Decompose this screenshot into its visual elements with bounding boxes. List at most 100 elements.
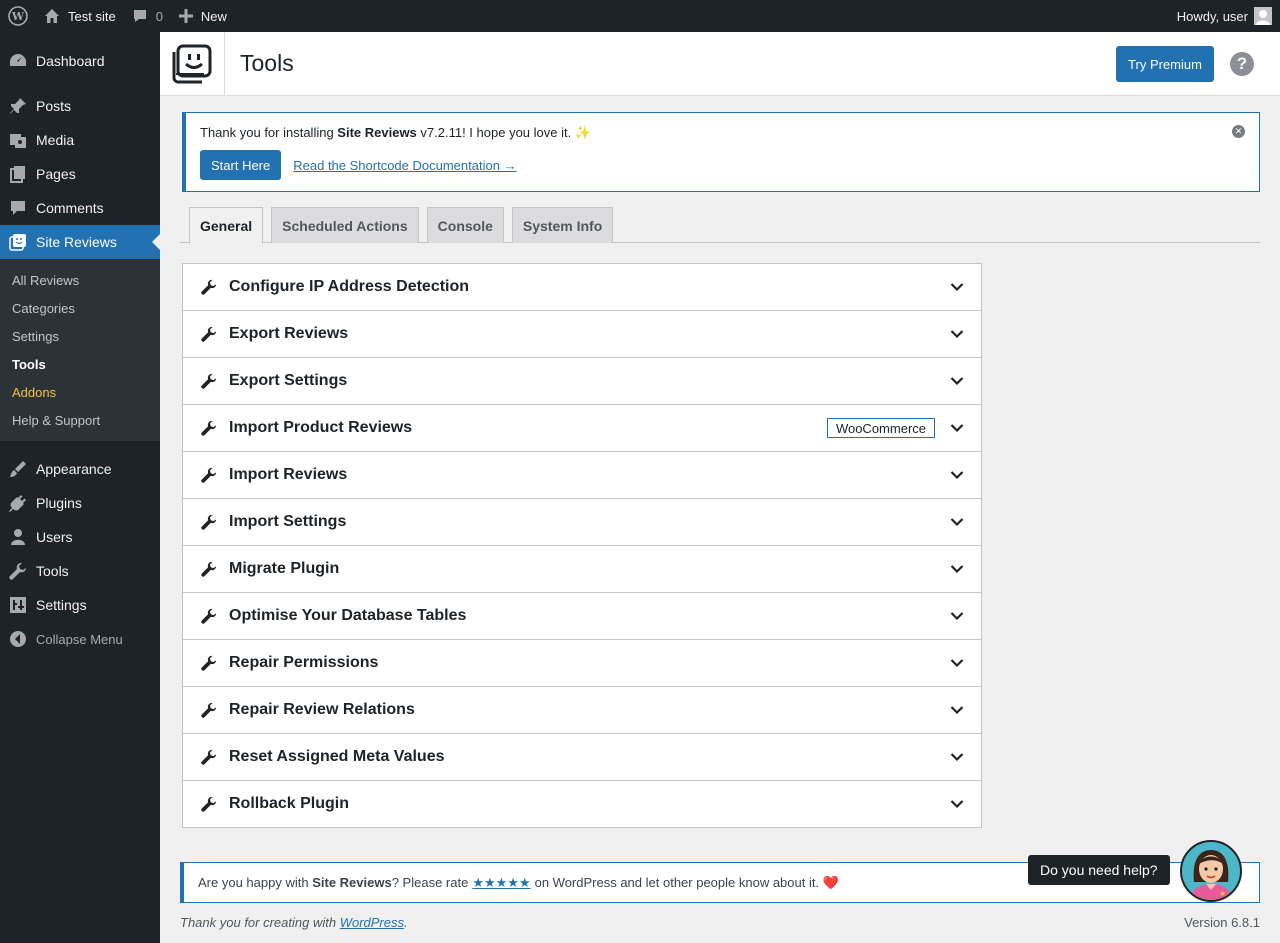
chevron-down-icon[interactable] — [949, 420, 965, 436]
tool-title: Export Reviews — [229, 325, 349, 342]
sidebar-item-tools[interactable]: Tools — [0, 554, 160, 588]
wrench-icon — [201, 655, 217, 671]
sidebar-item-comments[interactable]: Comments — [0, 191, 160, 225]
site-reviews-logo-icon — [172, 44, 212, 83]
chevron-down-icon[interactable] — [949, 514, 965, 530]
help-icon[interactable]: ? — [1230, 52, 1254, 76]
wrench-icon — [201, 561, 217, 577]
tab-scheduled-actions[interactable]: Scheduled Actions — [271, 207, 419, 243]
tool-row[interactable]: Import Reviews — [183, 451, 981, 498]
submenu-item-categories[interactable]: Categories — [0, 294, 160, 322]
wrench-icon — [201, 279, 217, 295]
sidebar-item-label: Tools — [36, 563, 69, 579]
tool-row[interactable]: Configure IP Address Detection — [183, 264, 981, 310]
shortcode-docs-link[interactable]: Read the Shortcode Documentation → — [293, 158, 516, 173]
collapse-icon — [8, 629, 28, 649]
help-avatar-button[interactable]: ★ — [1180, 840, 1242, 902]
chevron-down-icon[interactable] — [949, 749, 965, 765]
wrench-icon — [201, 420, 217, 436]
tool-row[interactable]: Reset Assigned Meta Values — [183, 733, 981, 780]
svg-text:W: W — [11, 10, 25, 23]
tool-row[interactable]: Import Product Reviews WooCommerce — [183, 404, 981, 451]
tool-row[interactable]: Repair Review Relations — [183, 686, 981, 733]
sidebar-item-label: Dashboard — [36, 53, 105, 69]
media-icon — [8, 130, 28, 150]
comments-link[interactable]: 0 — [124, 0, 171, 32]
chevron-down-icon[interactable] — [949, 608, 965, 624]
tool-row[interactable]: Optimise Your Database Tables — [183, 592, 981, 639]
tool-row[interactable]: Import Settings — [183, 498, 981, 545]
sidebar-item-pages[interactable]: Pages — [0, 157, 160, 191]
sidebar-item-plugins[interactable]: Plugins — [0, 486, 160, 520]
rating-stars-link[interactable]: ★★★★★ — [472, 875, 530, 891]
submenu-item-settings[interactable]: Settings — [0, 322, 160, 350]
chevron-down-icon[interactable] — [949, 561, 965, 577]
tool-row[interactable]: Rollback Plugin — [183, 780, 981, 827]
tab-general[interactable]: General — [189, 207, 264, 244]
sidebar-item-appearance[interactable]: Appearance — [0, 452, 160, 486]
footer-thanks-after: . — [404, 915, 408, 930]
user-icon — [8, 527, 28, 547]
notice-text-before: Thank you for installing — [200, 125, 338, 140]
tool-title: Migrate Plugin — [229, 560, 340, 577]
sidebar-item-settings[interactable]: Settings — [0, 588, 160, 622]
plug-icon — [8, 493, 28, 513]
footer-thanks: Thank you for creating with WordPress. — [180, 915, 408, 930]
support-agent-icon: ★ — [1190, 850, 1232, 900]
page-title: Tools — [240, 50, 294, 76]
tool-title: Rollback Plugin — [229, 795, 350, 812]
tool-row[interactable]: Migrate Plugin — [183, 545, 981, 592]
submenu-item-tools[interactable]: Tools — [0, 350, 160, 378]
settings-icon — [8, 595, 28, 615]
site-name-link[interactable]: Test site — [36, 0, 124, 32]
sidebar-item-site-reviews[interactable]: Site Reviews — [0, 225, 160, 259]
pages-icon — [8, 164, 28, 184]
pin-icon — [8, 96, 28, 116]
tool-title: Repair Review Relations — [229, 701, 415, 718]
new-content-link[interactable]: New — [171, 0, 235, 32]
submenu-item-help-support[interactable]: Help & Support — [0, 406, 160, 434]
rate-text-before: Are you happy with — [198, 875, 309, 890]
submenu-item-addons[interactable]: Addons — [0, 378, 160, 406]
start-here-button[interactable]: Start Here — [200, 150, 282, 180]
tab-console[interactable]: Console — [426, 207, 504, 243]
chevron-down-icon[interactable] — [949, 467, 965, 483]
wordpress-link[interactable]: WordPress — [340, 915, 404, 930]
admin-bar: W Test site 0 New Howdy, user — [0, 0, 1280, 32]
sidebar-item-label: Media — [36, 132, 75, 148]
page-header: Tools Try Premium ? — [160, 31, 1280, 96]
sidebar-item-users[interactable]: Users — [0, 520, 160, 554]
site-name: Test site — [68, 8, 116, 24]
collapse-menu-button[interactable]: Collapse Menu — [0, 622, 160, 656]
sidebar-item-posts[interactable]: Posts — [0, 89, 160, 123]
sidebar-item-label: Plugins — [36, 495, 82, 511]
site-reviews-logo — [160, 31, 225, 96]
home-icon — [44, 8, 60, 24]
submenu-item-all-reviews[interactable]: All Reviews — [0, 266, 160, 294]
account-menu[interactable]: Howdy, user — [1177, 7, 1280, 25]
chevron-down-icon[interactable] — [949, 796, 965, 812]
sidebar-item-label: Settings — [36, 597, 87, 613]
brush-icon — [8, 459, 28, 479]
plus-icon — [178, 9, 193, 23]
sidebar-item-dashboard[interactable]: Dashboard — [0, 44, 160, 78]
wordpress-logo-icon[interactable]: W — [0, 0, 36, 32]
chevron-down-icon[interactable] — [949, 702, 965, 718]
svg-text:★: ★ — [1219, 889, 1226, 898]
site-reviews-submenu: All Reviews Categories Settings Tools Ad… — [0, 259, 160, 441]
admin-sidebar: Dashboard Posts Media Pages Comments Sit… — [0, 32, 160, 943]
tool-title: Repair Permissions — [229, 654, 379, 671]
chevron-down-icon[interactable] — [949, 326, 965, 342]
tool-row[interactable]: Export Settings — [183, 357, 981, 404]
tool-row[interactable]: Repair Permissions — [183, 639, 981, 686]
try-premium-button[interactable]: Try Premium — [1116, 46, 1214, 82]
chevron-down-icon[interactable] — [949, 373, 965, 389]
wrench-icon — [201, 702, 217, 718]
help-tooltip[interactable]: Do you need help? — [1028, 855, 1170, 885]
dismiss-notice-icon[interactable]: ✕ — [1232, 125, 1245, 138]
chevron-down-icon[interactable] — [949, 655, 965, 671]
tool-row[interactable]: Export Reviews — [183, 310, 981, 357]
sidebar-item-media[interactable]: Media — [0, 123, 160, 157]
chevron-down-icon[interactable] — [949, 279, 965, 295]
tab-system-info[interactable]: System Info — [511, 207, 614, 243]
